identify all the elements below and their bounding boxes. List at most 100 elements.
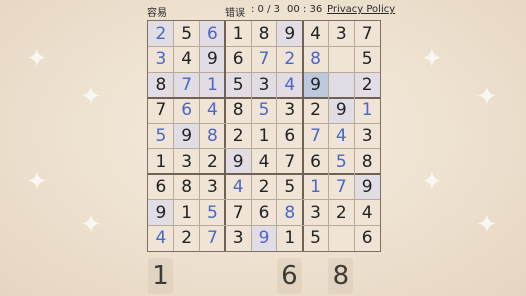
cell-r8c5[interactable]: 6 (251, 200, 277, 226)
cell-r2c6[interactable]: 2 (277, 47, 303, 73)
cell-r9c1[interactable]: 4 (148, 225, 174, 251)
cell-r1c9[interactable]: 7 (354, 21, 380, 47)
cell-r6c3[interactable]: 2 (200, 149, 226, 175)
cell-r1c3[interactable]: 6 (199, 21, 226, 47)
cell-r3c7[interactable]: 9 (302, 72, 329, 98)
cell-r6c6[interactable]: 7 (277, 149, 303, 175)
cell-r9c4[interactable]: 3 (225, 225, 251, 251)
cell-r9c3[interactable]: 7 (200, 225, 226, 251)
cell-r5c1[interactable]: 5 (148, 123, 174, 149)
cell-r4c3[interactable]: 4 (200, 98, 226, 124)
cell-r5c4[interactable]: 2 (225, 123, 251, 149)
sparkle-icon: ✦ (476, 82, 498, 112)
number-key-8[interactable]: 8 (328, 258, 354, 294)
cell-r4c8[interactable]: 9 (328, 97, 355, 124)
cell-r3c4[interactable]: 5 (225, 72, 252, 98)
cell-r6c1[interactable]: 1 (148, 149, 174, 175)
cell-r3c2[interactable]: 7 (173, 72, 200, 98)
cell-r3c8[interactable] (328, 72, 355, 98)
grid-line (148, 46, 380, 48)
cell-r3c9[interactable]: 2 (354, 72, 380, 98)
cell-r8c4[interactable]: 7 (225, 200, 251, 226)
cell-r7c4[interactable]: 4 (225, 174, 251, 200)
cell-r1c1[interactable]: 2 (148, 21, 174, 47)
cell-r1c6[interactable]: 9 (276, 21, 303, 47)
grid-line (173, 21, 175, 251)
difficulty-label: 容易 (147, 8, 167, 19)
cell-r8c6[interactable]: 8 (277, 200, 303, 226)
cell-r8c8[interactable]: 2 (328, 200, 354, 226)
sparkle-icon: ✦ (26, 44, 48, 74)
number-key-1[interactable]: 1 (148, 258, 173, 294)
cell-r6c7[interactable]: 6 (303, 149, 329, 175)
cell-r6c2[interactable]: 3 (174, 149, 200, 175)
sparkle-icon: ✦ (421, 44, 443, 74)
cell-r1c2[interactable]: 5 (174, 21, 200, 47)
cell-r7c6[interactable]: 5 (277, 174, 303, 200)
cell-r8c2[interactable]: 1 (174, 200, 200, 226)
cell-r7c3[interactable]: 3 (200, 174, 226, 200)
cell-r1c5[interactable]: 8 (251, 21, 277, 47)
cell-r5c3[interactable]: 8 (200, 123, 226, 149)
cell-r2c2[interactable]: 4 (174, 47, 200, 73)
cell-r5c8[interactable]: 4 (328, 123, 354, 149)
cell-r2c4[interactable]: 6 (225, 47, 251, 73)
cell-r9c2[interactable]: 2 (174, 225, 200, 251)
grid-line (148, 122, 380, 124)
cell-r3c6[interactable]: 4 (276, 72, 303, 98)
cell-r5c6[interactable]: 6 (277, 123, 303, 149)
cell-r9c8[interactable] (328, 225, 354, 251)
cell-r5c2[interactable]: 9 (173, 123, 200, 149)
cell-r4c4[interactable]: 8 (225, 98, 251, 124)
cell-r6c9[interactable]: 8 (354, 149, 380, 175)
grid-line (353, 21, 355, 251)
cell-r6c5[interactable]: 4 (251, 149, 277, 175)
cell-r2c5[interactable]: 7 (251, 47, 277, 73)
cell-r4c9[interactable]: 1 (354, 98, 380, 124)
cell-r2c9[interactable]: 5 (354, 47, 380, 73)
cell-r2c7[interactable]: 8 (303, 47, 329, 73)
sparkle-icon: ✦ (476, 210, 498, 240)
cell-r2c1[interactable]: 3 (148, 47, 174, 73)
cell-r1c4[interactable]: 1 (225, 21, 251, 47)
cell-r7c9[interactable]: 9 (354, 174, 380, 200)
cell-r9c9[interactable]: 6 (354, 225, 380, 251)
grid-line (148, 173, 380, 176)
sparkle-icon: ✦ (26, 167, 48, 197)
cell-r7c5[interactable]: 2 (251, 174, 277, 200)
cell-r7c8[interactable]: 7 (328, 174, 354, 200)
cell-r4c5[interactable]: 5 (251, 98, 277, 124)
cell-r8c9[interactable]: 4 (354, 200, 380, 226)
cell-r3c1[interactable]: 8 (148, 72, 174, 98)
cell-r1c7[interactable]: 4 (303, 21, 329, 47)
privacy-policy-link[interactable]: Privacy Policy (327, 4, 395, 15)
cell-r4c2[interactable]: 6 (174, 98, 200, 124)
grid-line (148, 199, 380, 201)
cell-r7c1[interactable]: 6 (148, 174, 174, 200)
sparkle-icon: ✦ (421, 167, 443, 197)
cell-r3c5[interactable]: 3 (251, 72, 277, 98)
cell-r7c2[interactable]: 8 (174, 174, 200, 200)
cell-r5c9[interactable]: 3 (354, 123, 380, 149)
cell-r8c3[interactable]: 5 (200, 200, 226, 226)
cell-r5c5[interactable]: 1 (251, 123, 277, 149)
cell-r2c3[interactable]: 9 (199, 46, 226, 73)
cell-r8c7[interactable]: 3 (303, 200, 329, 226)
cell-r9c5[interactable]: 9 (251, 225, 277, 251)
cell-r4c7[interactable]: 2 (303, 98, 329, 124)
cell-r3c3[interactable]: 1 (199, 72, 226, 98)
cell-r8c1[interactable]: 9 (148, 199, 174, 226)
cell-r5c7[interactable]: 7 (303, 123, 329, 149)
cell-r6c8[interactable]: 5 (328, 149, 354, 175)
cell-r1c8[interactable]: 3 (328, 21, 354, 47)
grid-line (148, 71, 380, 73)
cell-r4c1[interactable]: 7 (148, 98, 174, 124)
errors-count: : 0 / 3 (251, 4, 280, 15)
cell-r7c7[interactable]: 1 (303, 174, 329, 200)
cell-r4c6[interactable]: 3 (277, 98, 303, 124)
cell-r6c4[interactable]: 9 (225, 148, 252, 175)
cell-r2c8[interactable] (328, 47, 354, 73)
number-key-6[interactable]: 6 (276, 258, 302, 294)
cell-r9c7[interactable]: 5 (303, 225, 329, 251)
cell-r9c6[interactable]: 1 (277, 225, 303, 251)
